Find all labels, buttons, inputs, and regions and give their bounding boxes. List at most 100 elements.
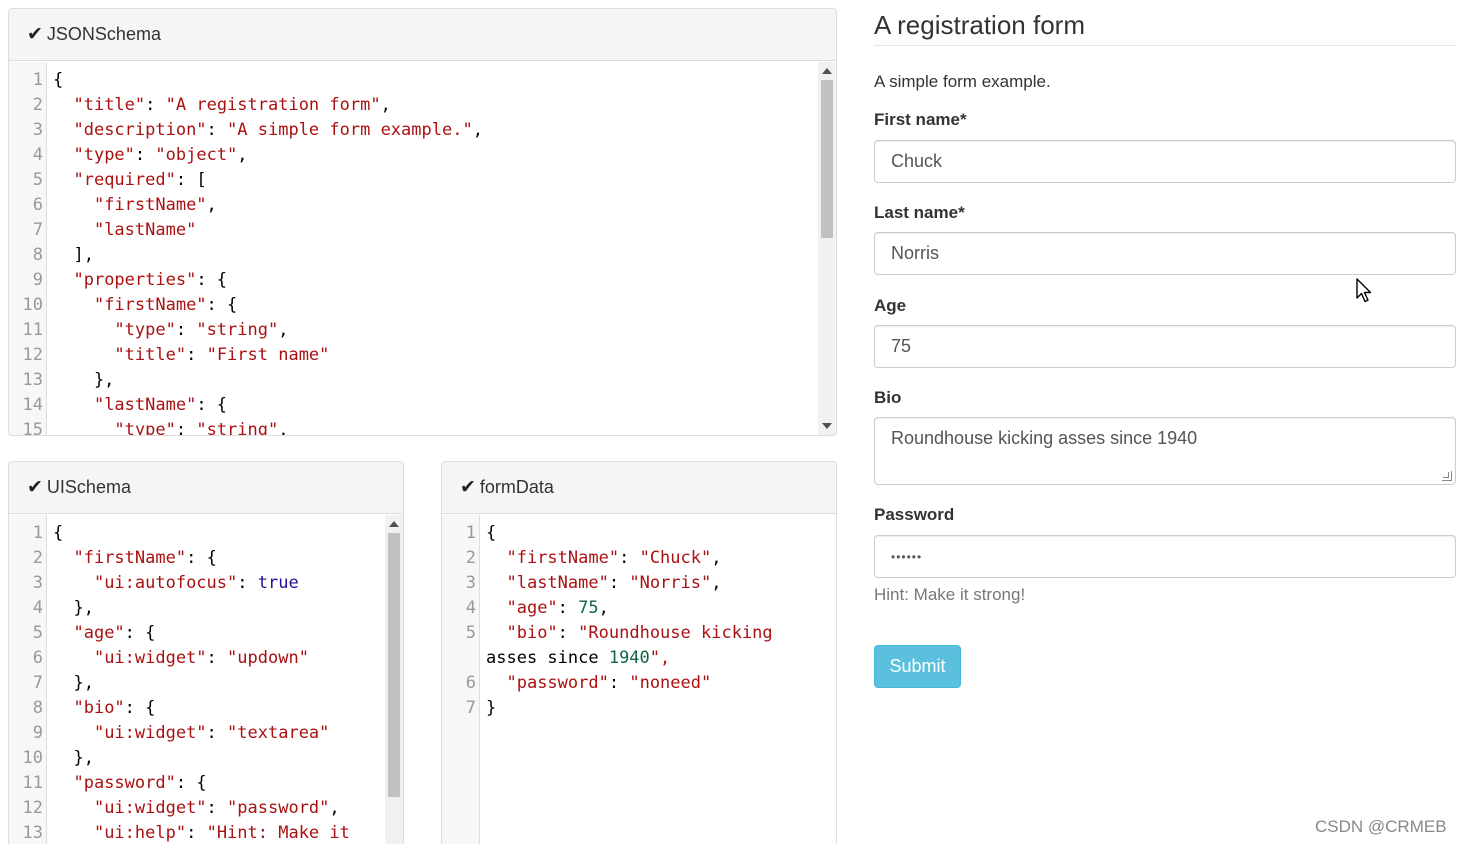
code-line: 6 "ui:widget": "updown" [9,646,403,671]
resize-handle-icon[interactable] [1442,471,1452,481]
formdata-panel: ✔ formData 1{2 "firstName": "Chuck", 3 "l… [441,461,837,844]
line-number: 1 [32,70,43,90]
code-line: 8 ], [9,243,836,268]
code-line: 13 }, [9,368,836,393]
scroll-up-arrow-icon[interactable] [389,521,399,527]
code-text: "ui:widget": "password", [93,798,340,818]
line-number: 11 [22,320,43,340]
line-number: 7 [32,220,43,240]
code-text: "firstName": { [93,295,238,315]
line-number [442,646,480,671]
code-text: ], [53,245,94,265]
code-line: 7} [442,696,836,721]
password-label: Password [874,505,955,524]
check-icon: ✔ [27,477,43,498]
line-number: 6 [465,673,476,693]
mouse-pointer-icon [1356,278,1372,303]
code-text: "age": { [73,623,156,643]
line-number: 8 [32,698,43,718]
line-number: 10 [22,295,43,315]
jsonschema-panel-heading: ✔ JSONSchema [9,9,836,61]
formdata-editor[interactable]: 1{2 "firstName": "Chuck", 3 "lastName": "… [442,515,836,844]
registration-form: A registration form A simple form exampl… [874,0,1456,688]
code-lines: 1{2 "firstName": {3 "ui:autofocus": true… [9,521,403,844]
code-text: "firstName": "Chuck", [506,548,722,568]
code-text: "type": "string", [114,320,289,340]
code-line: 5 "bio": "Roundhouse kicking [442,621,836,646]
editor-scrollbar[interactable] [385,515,403,844]
code-line: 7 "lastName" [9,218,836,243]
check-icon: ✔ [460,477,476,498]
bio-textarea[interactable]: Roundhouse kicking asses since 1940 [874,417,1456,485]
code-text: "firstName": { [73,548,217,568]
code-line: 14 "lastName": { [9,393,836,418]
line-number: 13 [22,370,43,390]
code-text: "required": [ [73,170,207,190]
password-input[interactable]: •••••• [874,535,1456,578]
code-line: 3 "ui:autofocus": true [9,571,403,596]
code-text: { [53,523,64,543]
code-text: "type": "string", [114,420,289,435]
line-number: 3 [32,573,43,593]
uischema-editor[interactable]: 1{2 "firstName": {3 "ui:autofocus": true… [9,515,403,844]
uischema-panel: ✔ UISchema 1{2 "firstName": {3 "ui:autof… [8,461,404,844]
submit-button[interactable]: Submit [874,645,961,688]
scrollbar-thumb[interactable] [821,80,833,238]
code-line: 9 "ui:widget": "textarea" [9,721,403,746]
age-label: Age [874,296,907,315]
code-line: 9 "properties": { [9,268,836,293]
line-number: 12 [22,345,43,365]
formdata-panel-title: formData [479,477,554,497]
bio-text: Roundhouse kicking asses since 1940 [891,428,1198,448]
code-lines: 1{2 "firstName": "Chuck", 3 "lastName": "… [442,521,836,721]
scroll-down-arrow-icon[interactable] [822,423,832,429]
code-text: "title": "First name" [114,345,330,365]
code-line: 2 "firstName": "Chuck", [442,546,836,571]
code-text: { [486,523,497,543]
code-text: } [486,698,497,718]
formdata-panel-heading: ✔ formData [442,462,836,514]
line-number: 6 [32,195,43,215]
check-icon: ✔ [27,24,43,45]
scroll-up-arrow-icon[interactable] [822,68,832,74]
line-number: 12 [22,798,43,818]
code-line: 2 "title": "A registration form", [9,93,836,118]
line-number: 2 [465,548,476,568]
line-number: 4 [465,598,476,618]
line-number: 9 [32,723,43,743]
line-number: 11 [22,773,43,793]
code-line: 11 "type": "string", [9,318,836,343]
line-number: 6 [32,648,43,668]
code-text: "age": 75, [506,598,609,618]
code-line: 1{ [9,521,403,546]
code-line: 12 "title": "First name" [9,343,836,368]
code-line: 13 "ui:help": "Hint: Make it [9,821,403,844]
code-text: "ui:help": "Hint: Make it [93,823,350,843]
code-text: }, [53,370,115,390]
first-name-input[interactable]: Chuck [874,140,1456,183]
editor-scrollbar[interactable] [818,62,836,435]
code-line: 4 }, [9,596,403,621]
scrollbar-thumb[interactable] [388,533,400,797]
code-line: 4 "age": 75, [442,596,836,621]
code-line: 10 "firstName": { [9,293,836,318]
age-input[interactable]: 75 [874,325,1456,368]
form-description: A simple form example. [874,72,1051,91]
line-number: 4 [32,598,43,618]
code-text: "bio": "Roundhouse kicking [506,623,773,643]
jsonschema-editor[interactable]: 1{2 "title": "A registration form", 3 "de… [9,62,836,435]
code-text: "password": "noneed" [506,673,712,693]
line-number: 9 [32,270,43,290]
form-title: A registration form [874,0,1456,46]
code-line: 3 "description": "A simple form example.… [9,118,836,143]
line-number: 5 [32,170,43,190]
code-line: 6 "firstName", [9,193,836,218]
code-text: }, [53,748,94,768]
code-text: asses since 1940", [486,648,671,668]
code-line: 2 "firstName": { [9,546,403,571]
last-name-input[interactable]: Norris [874,232,1456,275]
password-hint: Hint: Make it strong! [874,585,1026,604]
code-lines: 1{2 "title": "A registration form", 3 "de… [9,68,836,435]
code-line: 7 }, [9,671,403,696]
jsonschema-panel-title: JSONSchema [46,24,161,44]
